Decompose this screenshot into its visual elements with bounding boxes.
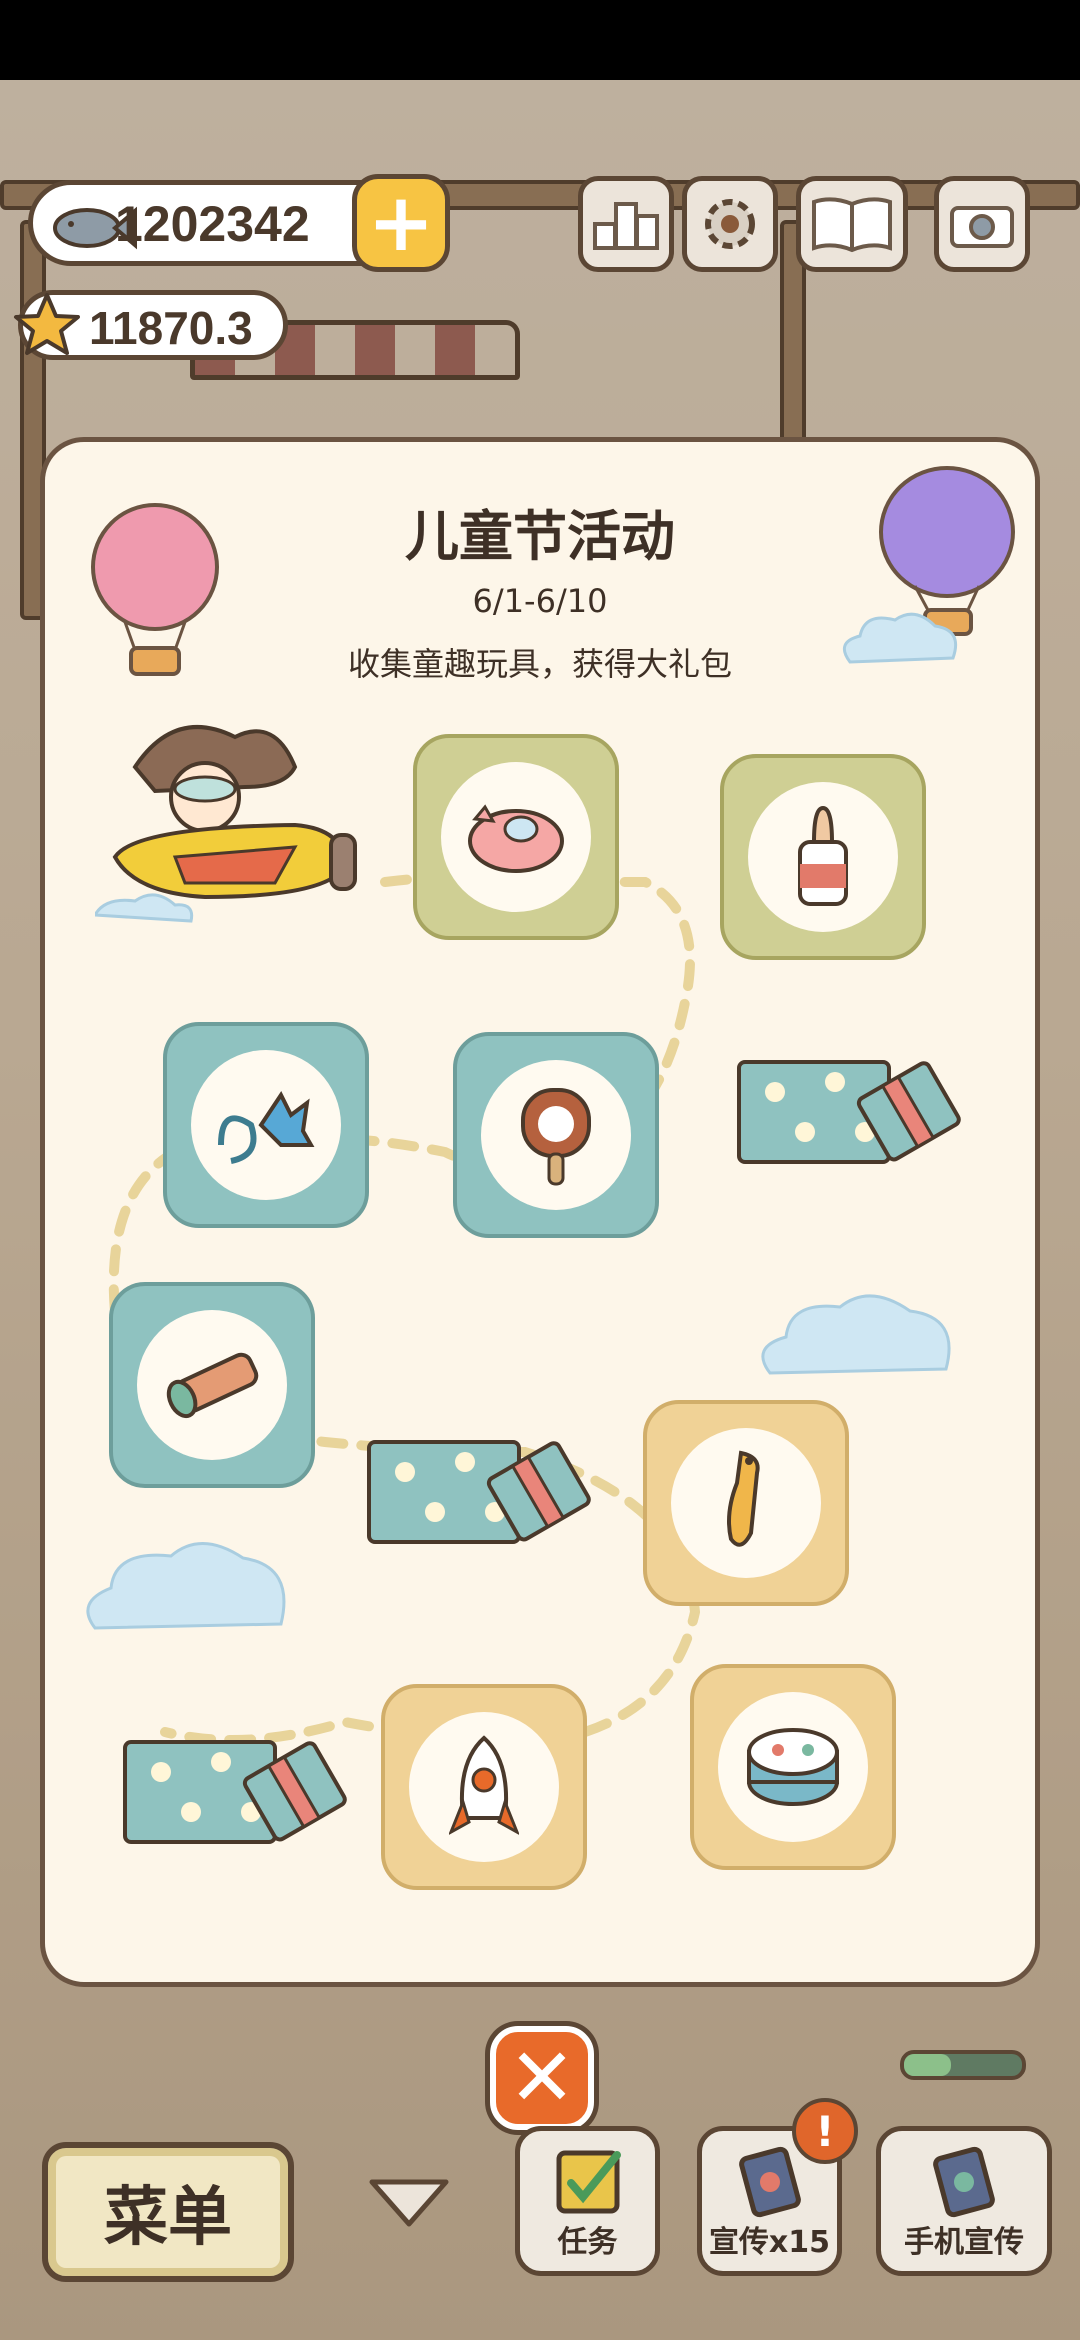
reward-tile-sticky-hand[interactable] xyxy=(163,1022,369,1228)
phone-promote-button[interactable]: 手机宣传 xyxy=(876,2126,1052,2276)
cloud-icon xyxy=(86,1542,286,1630)
star-icon xyxy=(14,293,80,355)
reward-gift-box[interactable] xyxy=(735,1022,961,1172)
baby-bottle-icon xyxy=(798,805,848,906)
cat-pilot-plane-icon xyxy=(95,725,357,923)
gift-box-icon xyxy=(123,1740,347,1844)
reward-tile-kaleidoscope[interactable] xyxy=(109,1282,315,1488)
tasks-button[interactable]: 任务 xyxy=(515,2126,660,2276)
checklist-icon xyxy=(556,2150,621,2214)
reward-tile-drum[interactable] xyxy=(690,1664,896,1870)
menu-button[interactable]: 菜单 xyxy=(42,2142,294,2282)
kaleidoscope-icon xyxy=(166,1352,259,1419)
phone-promote-label: 手机宣传 xyxy=(904,2225,1024,2260)
chevron-down-icon[interactable] xyxy=(366,2174,452,2230)
phone-promo-icon xyxy=(738,2146,801,2218)
cloud-icon xyxy=(761,1294,951,1375)
fish-count: 1202342 xyxy=(115,196,310,252)
rocket-toy-icon xyxy=(449,1735,519,1835)
pig-toy-icon xyxy=(468,804,564,873)
sticky-hand-icon xyxy=(218,1091,315,1164)
camera-icon[interactable] xyxy=(934,176,1030,272)
tasks-label: 任务 xyxy=(557,2225,618,2260)
gift-box-icon xyxy=(737,1060,961,1164)
phone-promo-icon xyxy=(933,2146,995,2218)
star-count: 11870.3 xyxy=(89,302,253,354)
reward-tile-paw-popsicle[interactable] xyxy=(453,1032,659,1238)
reward-tile-rocket-toy[interactable] xyxy=(381,1684,587,1890)
alert-badge: ! xyxy=(792,2098,858,2164)
ranking-icon[interactable] xyxy=(578,176,674,272)
promote-label: 宣传x15 xyxy=(708,2225,831,2260)
reward-gift-box[interactable] xyxy=(365,1402,591,1552)
book-icon[interactable] xyxy=(796,176,908,272)
rubber-chicken-icon xyxy=(727,1450,760,1547)
settings-gear-icon[interactable] xyxy=(682,176,778,272)
progress-bar xyxy=(900,2050,1026,2080)
add-currency-button[interactable]: + xyxy=(352,174,450,272)
reward-gift-box[interactable] xyxy=(121,1702,347,1852)
paw-popsicle-icon xyxy=(521,1088,591,1186)
drum-icon xyxy=(747,1728,839,1806)
reward-tile-rubber-chicken[interactable] xyxy=(643,1400,849,1606)
reward-tile-baby-bottle[interactable] xyxy=(720,754,926,960)
event-modal: 儿童节活动 6/1-6/10 收集童趣玩具，获得大礼包 xyxy=(40,437,1040,1987)
close-button[interactable]: ✕ xyxy=(490,2026,594,2130)
reward-tile-pig-toy[interactable] xyxy=(413,734,619,940)
gift-box-icon xyxy=(367,1440,591,1544)
